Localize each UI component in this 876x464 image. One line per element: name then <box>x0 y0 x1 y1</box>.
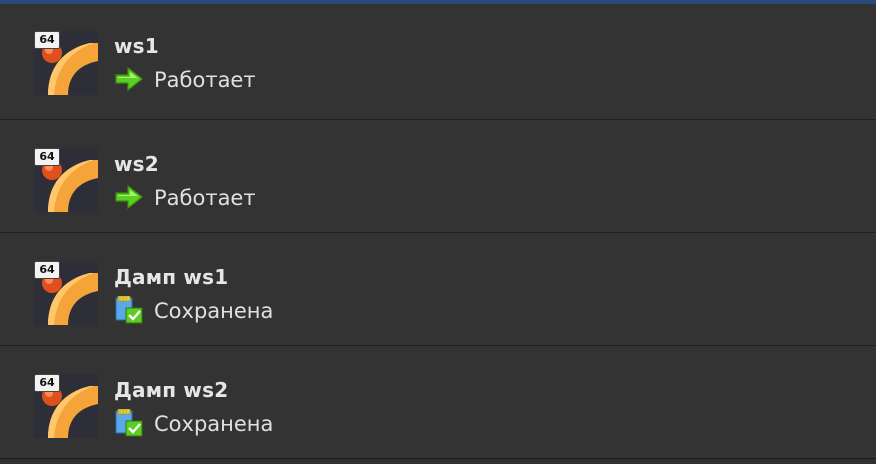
vm-state-label: Сохранена <box>154 412 274 436</box>
vm-list-item[interactable]: 64 Дамп ws1 Сохранена <box>0 233 876 346</box>
vm-name: ws1 <box>114 34 159 58</box>
arch-64-badge: 64 <box>34 374 60 392</box>
arch-64-badge: 64 <box>34 31 60 49</box>
vm-list-item[interactable]: 64 ws1 Работает <box>0 4 876 120</box>
vm-state: Сохранена <box>114 296 273 324</box>
os-type-icon: 64 <box>34 374 98 438</box>
os-type-icon: 64 <box>34 31 98 95</box>
os-type-icon: 64 <box>34 148 98 212</box>
vm-state: Работает <box>114 183 256 211</box>
vm-list-item[interactable]: 64 ws2 Работает <box>0 120 876 233</box>
running-arrow-icon <box>114 183 146 211</box>
vm-list: 64 ws1 Работает 64 ws2 Работает 64 Дамп … <box>0 4 876 464</box>
vm-state-label: Работает <box>154 68 256 92</box>
running-arrow-icon <box>114 65 146 93</box>
vm-name: Дамп ws1 <box>114 265 229 289</box>
saved-state-icon <box>114 409 146 437</box>
vm-state-label: Сохранена <box>154 299 274 323</box>
arch-64-badge: 64 <box>34 148 60 166</box>
vm-name: Дамп ws2 <box>114 378 229 402</box>
vm-state-label: Работает <box>154 186 256 210</box>
vm-name: ws2 <box>114 152 159 176</box>
saved-state-icon <box>114 296 146 324</box>
vm-state: Сохранена <box>114 409 273 437</box>
os-type-icon: 64 <box>34 261 98 325</box>
vm-state: Работает <box>114 65 256 93</box>
arch-64-badge: 64 <box>34 261 60 279</box>
vm-list-item[interactable]: 64 Дамп ws2 Сохранена <box>0 346 876 459</box>
